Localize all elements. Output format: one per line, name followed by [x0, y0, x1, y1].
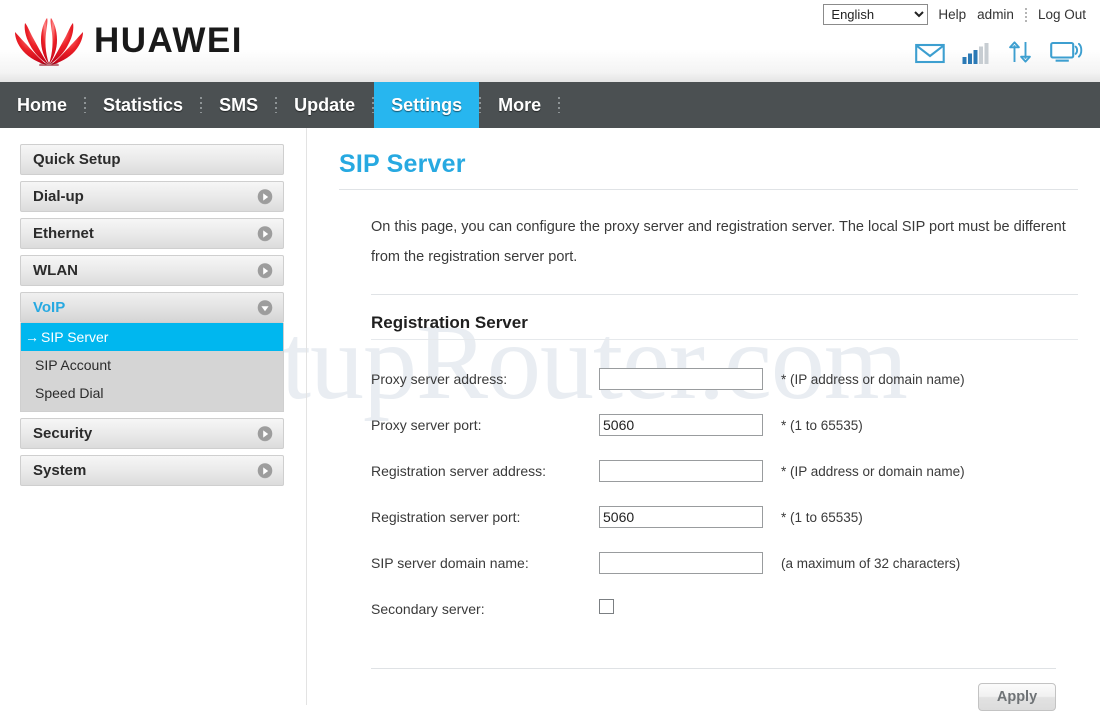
section-title: Registration Server: [371, 313, 528, 332]
registration-server-form: Proxy server address: * (IP address or d…: [371, 356, 1078, 632]
form-row-sip-server-domain-name: SIP server domain name: (a maximum of 32…: [371, 540, 1078, 586]
chevron-right-icon: [257, 425, 273, 442]
logout-link[interactable]: Log Out: [1038, 7, 1086, 22]
field-label: Registration server port:: [371, 509, 521, 525]
header-separator: [1024, 7, 1027, 22]
sidebar-item-quick-setup[interactable]: Quick Setup: [20, 144, 284, 175]
field-control: [599, 506, 765, 528]
sidebar-item-label: Quick Setup: [33, 151, 121, 168]
help-link[interactable]: Help: [938, 7, 966, 22]
page-description: On this page, you can configure the prox…: [371, 219, 1066, 265]
main-navigation: Home Statistics SMS Update Settings More: [0, 82, 1100, 128]
form-row-registration-server-address: Registration server address: * (IP addre…: [371, 448, 1078, 494]
nav-tab-more[interactable]: More: [481, 82, 558, 128]
secondary-server-checkbox[interactable]: [599, 599, 614, 614]
field-label: Proxy server address:: [371, 371, 508, 387]
field-control: [599, 599, 765, 619]
chevron-right-icon: [257, 188, 273, 205]
sidebar-item-label: WLAN: [33, 262, 78, 279]
main-content: SIP Server On this page, you can configu…: [307, 128, 1100, 711]
sidebar-item-label: System: [33, 462, 87, 479]
sidebar-item-label: Ethernet: [33, 225, 94, 242]
field-hint: * (IP address or domain name): [781, 371, 965, 387]
arrow-right-icon: →: [25, 329, 39, 345]
chevron-right-icon: [257, 262, 273, 279]
form-row-secondary-server: Secondary server:: [371, 586, 1078, 632]
data-transfer-icon[interactable]: [1007, 40, 1033, 64]
voip-submenu: → SIP Server → SIP Account → Speed Dial: [20, 323, 284, 412]
sidebar-item-dial-up[interactable]: Dial-up: [20, 181, 284, 212]
form-row-proxy-server-address: Proxy server address: * (IP address or d…: [371, 356, 1078, 402]
sidebar-navigation: Quick Setup Dial-up Ethernet WLAN VoIP →…: [0, 128, 307, 705]
header-utility-bar: English Help admin Log Out: [823, 4, 1088, 25]
proxy-server-address-input[interactable]: [599, 368, 763, 390]
sidebar-subitem-speed-dial[interactable]: → Speed Dial: [21, 379, 283, 407]
sidebar-subitem-label: Speed Dial: [35, 385, 104, 401]
status-icon-group: [915, 40, 1084, 64]
page-title: SIP Server: [339, 150, 466, 178]
sidebar-item-voip[interactable]: VoIP: [20, 292, 284, 323]
sidebar-subitem-label: SIP Server: [41, 329, 109, 345]
sip-server-domain-name-input[interactable]: [599, 552, 763, 574]
description-divider: [371, 294, 1078, 295]
sidebar-subitem-sip-server[interactable]: → SIP Server: [21, 323, 283, 351]
huawei-flower-logo-icon: [15, 18, 83, 66]
page-header: HUAWEI English Help admin Log Out: [0, 0, 1100, 82]
nav-tab-sms[interactable]: SMS: [202, 82, 275, 128]
field-hint: * (IP address or domain name): [781, 463, 965, 479]
field-label: Secondary server:: [371, 601, 485, 617]
title-divider: [339, 189, 1078, 190]
nav-tab-statistics[interactable]: Statistics: [86, 82, 200, 128]
field-hint: (a maximum of 32 characters): [781, 555, 961, 571]
sidebar-item-ethernet[interactable]: Ethernet: [20, 218, 284, 249]
registration-server-port-input[interactable]: [599, 506, 763, 528]
registration-server-address-input[interactable]: [599, 460, 763, 482]
field-hint: * (1 to 65535): [781, 509, 863, 525]
user-link[interactable]: admin: [977, 7, 1014, 22]
brand-name: HUAWEI: [94, 21, 243, 60]
field-control: [599, 368, 765, 390]
sidebar-item-label: Security: [33, 425, 93, 442]
field-control: [599, 552, 765, 574]
form-row-registration-server-port: Registration server port: * (1 to 65535): [371, 494, 1078, 540]
proxy-server-port-input[interactable]: [599, 414, 763, 436]
nav-separator: [558, 97, 561, 113]
sidebar-item-label: Dial-up: [33, 188, 84, 205]
chevron-right-icon: [257, 225, 273, 242]
sidebar-item-security[interactable]: Security: [20, 418, 284, 449]
apply-button[interactable]: Apply: [978, 683, 1056, 711]
section-divider: [371, 339, 1078, 340]
nav-tab-settings[interactable]: Settings: [374, 82, 480, 128]
sidebar-item-wlan[interactable]: WLAN: [20, 255, 284, 286]
connection-monitor-icon[interactable]: [1050, 40, 1084, 64]
field-label: SIP server domain name:: [371, 555, 529, 571]
field-label: Registration server address:: [371, 463, 547, 479]
field-control: [599, 460, 765, 482]
sidebar-subitem-label: SIP Account: [35, 357, 112, 373]
field-hint: * (1 to 65535): [781, 417, 863, 433]
chevron-down-icon: [257, 299, 273, 316]
signal-bars-icon[interactable]: [962, 42, 990, 64]
form-row-proxy-server-port: Proxy server port: * (1 to 65535): [371, 402, 1078, 448]
language-select[interactable]: English: [823, 4, 929, 25]
field-label: Proxy server port:: [371, 417, 482, 433]
field-control: [599, 414, 765, 436]
nav-tab-home[interactable]: Home: [0, 82, 84, 128]
nav-tab-update[interactable]: Update: [277, 82, 372, 128]
sidebar-subitem-sip-account[interactable]: → SIP Account: [21, 351, 283, 379]
sidebar-item-label: VoIP: [33, 299, 66, 316]
chevron-right-icon: [257, 462, 273, 479]
brand-logo: HUAWEI: [14, 14, 243, 68]
sidebar-item-system[interactable]: System: [20, 455, 284, 486]
mail-icon[interactable]: [915, 42, 945, 64]
page-body: Quick Setup Dial-up Ethernet WLAN VoIP →…: [0, 128, 1100, 711]
